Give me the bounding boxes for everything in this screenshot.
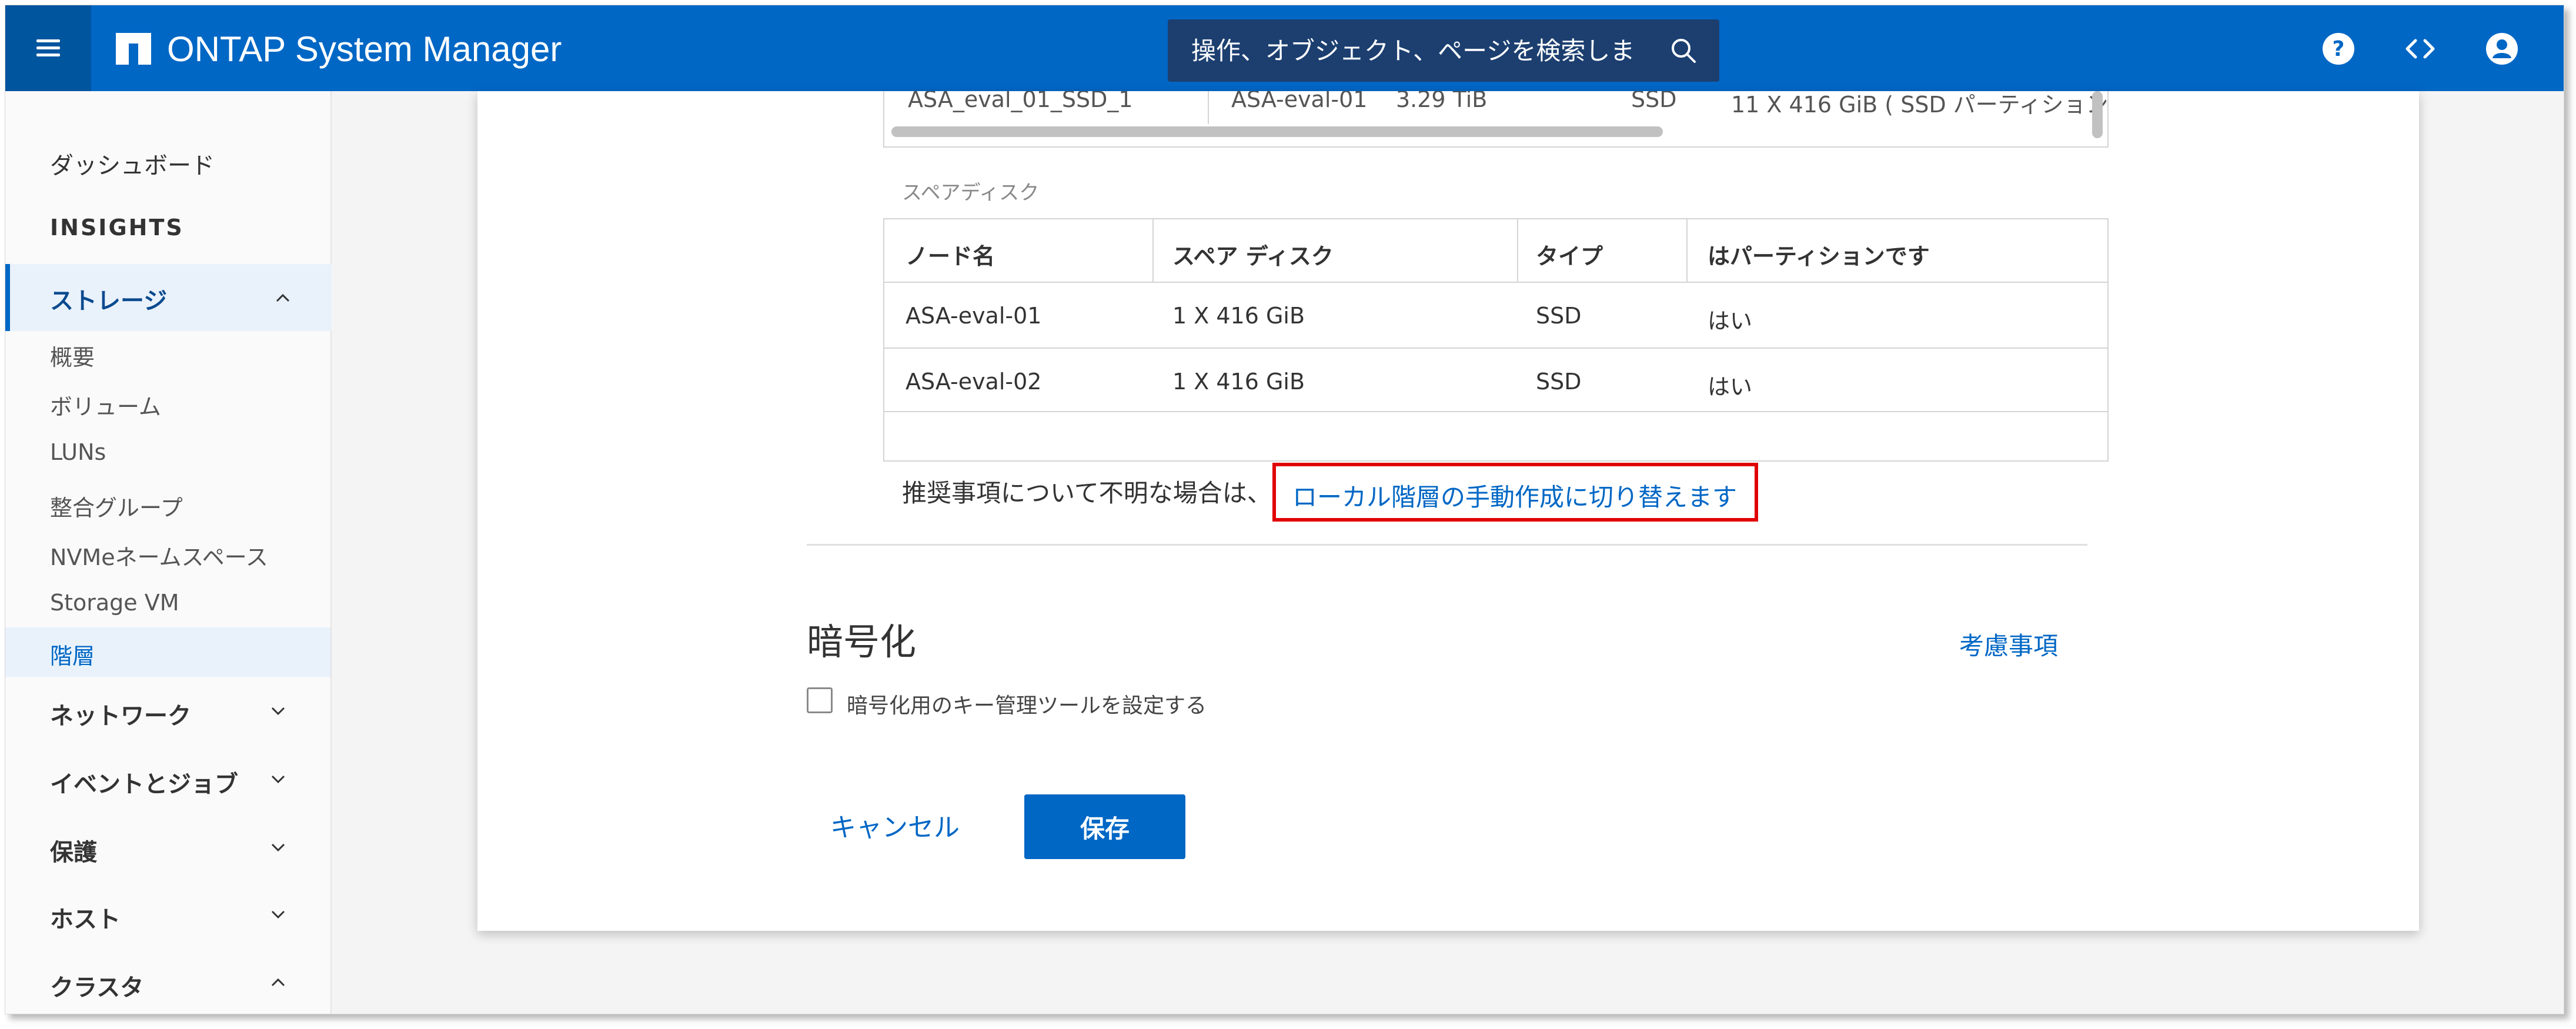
sidebar-item-overview[interactable]: 概要 [5, 339, 330, 375]
app-window: ONTAP System Manager ? ダッシュボード INSIGHTS … [5, 5, 2564, 1014]
spare-disks-label: スペアディスク [902, 181, 1040, 205]
sidebar-item-nvme-namespaces[interactable]: NVMeネームスペース [5, 539, 330, 574]
menu-button[interactable] [5, 5, 91, 91]
menu-icon [36, 39, 60, 57]
search-input[interactable] [1190, 35, 1639, 66]
horizontal-scrollbar[interactable] [891, 126, 1663, 137]
table-row: ASA-eval-01 1 X 416 GiB SSD はい [884, 283, 2107, 349]
highlight-box: ローカル階層の手動作成に切り替えます [1272, 463, 1758, 522]
aggregate-size: 3.29 TiB [1396, 91, 1488, 112]
divider [807, 544, 2087, 546]
sidebar-item-volumes[interactable]: ボリューム [5, 389, 330, 424]
chevron-down-icon [271, 843, 285, 852]
sidebar-item-storage-vm[interactable]: Storage VM [5, 590, 330, 625]
sidebar-item-protection[interactable]: 保護 [5, 833, 330, 868]
sidebar-item-dashboard[interactable]: ダッシュボード [5, 146, 330, 182]
sidebar-item-cluster[interactable]: クラスタ [5, 968, 330, 1004]
sidebar-item-storage[interactable]: ストレージ [5, 264, 335, 331]
aggregate-disks: 11 X 416 GiB ( SSD パーティション) [1731, 92, 2109, 118]
sidebar-item-luns[interactable]: LUNs [5, 439, 330, 475]
local-tier-table: ASA_eval_01_SSD_1 ASA-eval-01 3.29 TiB S… [883, 91, 2109, 148]
search-icon[interactable] [1670, 37, 1697, 64]
chevron-up-icon [276, 293, 290, 302]
svg-text:?: ? [2333, 37, 2345, 61]
user-icon[interactable] [2484, 31, 2520, 66]
spare-disks-table: ノード名 スペア ディスク タイプ はパーティションです ASA-eval-01… [883, 218, 2109, 462]
sidebar-item-events-jobs[interactable]: イベントとジョブ [5, 765, 330, 800]
recommendation-hint: 推奨事項について不明な場合は、 [902, 479, 1272, 507]
considerations-link[interactable]: 考慮事項 [1959, 626, 2058, 662]
vertical-scrollbar[interactable] [2092, 91, 2103, 138]
app-title: ONTAP System Manager [167, 29, 562, 69]
code-icon[interactable] [2403, 31, 2438, 66]
sidebar-item-consistency-groups[interactable]: 整合グループ [5, 490, 330, 525]
help-icon[interactable]: ? [2321, 31, 2356, 66]
aggregate-type: SSD [1631, 91, 1677, 112]
column-header-spare-disk: スペア ディスク [1172, 243, 1334, 269]
manual-local-tier-link[interactable]: ローカル階層の手動作成に切り替えます [1292, 477, 1737, 513]
sidebar-item-insights[interactable]: INSIGHTS [5, 215, 330, 250]
aggregate-name: ASA_eval_01_SSD_1 [908, 91, 1133, 112]
encryption-title: 暗号化 [807, 620, 917, 663]
table-header-row: ノード名 スペア ディスク タイプ はパーティションです [884, 219, 2107, 283]
sidebar: ダッシュボード INSIGHTS ストレージ 概要 ボリューム LUNs 整合グ… [5, 91, 335, 1014]
netapp-logo [116, 33, 151, 65]
key-manager-checkbox-label: 暗号化用のキー管理ツールを設定する [847, 694, 1207, 718]
aggregate-node: ASA-eval-01 [1231, 91, 1368, 112]
sidebar-item-tiers[interactable]: 階層 [5, 627, 330, 677]
main-content: ASA_eval_01_SSD_1 ASA-eval-01 3.29 TiB S… [332, 91, 2564, 1014]
top-header: ONTAP System Manager ? [5, 5, 2564, 91]
search-bar [1168, 19, 1719, 82]
local-tier-panel: ASA_eval_01_SSD_1 ASA-eval-01 3.29 TiB S… [477, 91, 2419, 931]
save-button[interactable]: 保存 [1024, 794, 1185, 859]
key-manager-checkbox[interactable] [807, 687, 833, 713]
column-header-is-partition: はパーティションです [1708, 243, 1930, 269]
chevron-up-icon [271, 978, 285, 987]
chevron-down-icon [271, 775, 285, 784]
sidebar-item-hosts[interactable]: ホスト [5, 900, 330, 936]
sidebar-item-network[interactable]: ネットワーク [5, 697, 330, 732]
column-header-type: タイプ [1536, 243, 1603, 269]
cancel-button[interactable]: キャンセル [830, 806, 960, 844]
chevron-down-icon [271, 707, 285, 716]
column-header-node: ノード名 [906, 243, 995, 269]
table-row: ASA-eval-02 1 X 416 GiB SSD はい [884, 349, 2107, 412]
chevron-down-icon [271, 910, 285, 919]
